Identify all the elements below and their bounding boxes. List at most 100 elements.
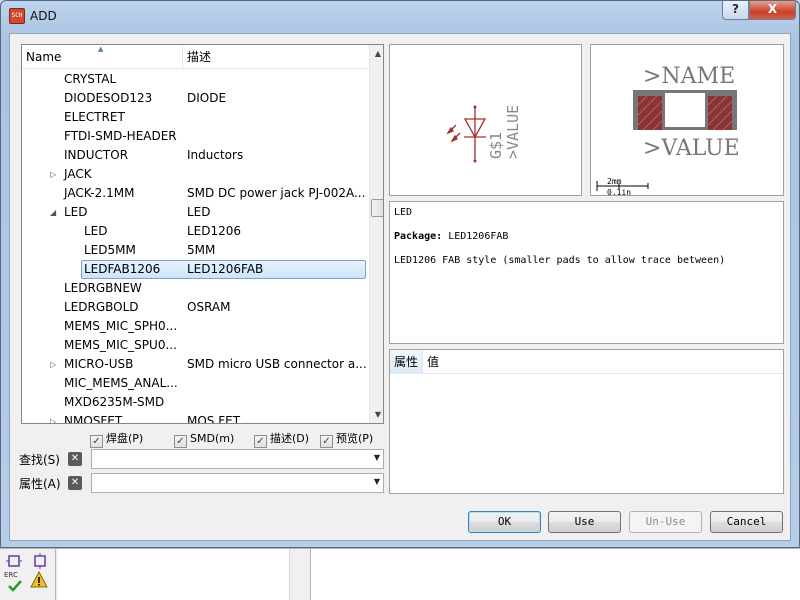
unuse-button[interactable]: Un-Use: [629, 511, 702, 533]
tree-row[interactable]: DIODESOD123 DIODE: [22, 89, 369, 108]
row-name: CRYSTAL: [64, 72, 117, 86]
row-description: MOS FET: [187, 414, 241, 424]
tree-row[interactable]: LEDFAB1206 LED1206FAB: [22, 260, 369, 279]
row-description: LED1206FAB: [187, 262, 264, 276]
tree-row[interactable]: ELECTRET: [22, 108, 369, 127]
tree-row[interactable]: MIC_MEMS_ANAL...: [22, 374, 369, 393]
tree-row[interactable]: CRYSTAL: [22, 70, 369, 89]
column-name-label: Name: [26, 50, 62, 64]
column-header-attribute[interactable]: 属性: [390, 350, 423, 374]
led-symbol-drawing: G$1 >VALUE: [446, 105, 522, 163]
checkbox-checked-icon: ✓: [320, 435, 333, 448]
part-tool-icon[interactable]: [32, 553, 48, 569]
pin-tool-icon[interactable]: [6, 553, 22, 569]
pads-checkbox-label: 焊盘(P): [106, 432, 144, 445]
attribute-label: 属性(A): [19, 477, 61, 491]
scroll-up-arrow-icon[interactable]: ▲: [370, 45, 383, 62]
tree-scrollbar[interactable]: ▲ ▼: [369, 45, 383, 423]
search-combo[interactable]: ▼: [91, 449, 384, 469]
collapse-arrow-icon[interactable]: ◢: [50, 203, 56, 222]
checkbox-checked-icon: ✓: [174, 435, 187, 448]
pads-checkbox[interactable]: ✓ 焊盘(P): [90, 431, 144, 448]
tree-row[interactable]: MEMS_MIC_SPH0...: [22, 317, 369, 336]
tree-row[interactable]: ▷ NMOSFET MOS FET: [22, 412, 369, 424]
description-checkbox[interactable]: ✓ 描述(D): [254, 431, 310, 448]
row-description: LED1206: [187, 224, 242, 238]
row-name: INDUCTOR: [64, 148, 129, 162]
tree-row[interactable]: JACK-2.1MM SMD DC power jack PJ-002A...: [22, 184, 369, 203]
sort-ascending-icon: ▲: [98, 45, 104, 53]
dropdown-arrow-icon[interactable]: ▼: [374, 477, 380, 486]
tree-row[interactable]: MXD6235M-SMD: [22, 393, 369, 412]
column-header-desc[interactable]: 描述: [183, 45, 369, 69]
row-name: ELECTRET: [64, 110, 125, 124]
expand-arrow-icon[interactable]: ▷: [50, 355, 56, 374]
description-panel: LED Package: LED1206FAB LED1206 FAB styl…: [389, 201, 784, 344]
cancel-button[interactable]: Cancel: [710, 511, 783, 533]
led1206fab-package-drawing: >NAME >VALUE 2mm 0.1in: [596, 64, 740, 197]
row-description: 5MM: [187, 243, 216, 257]
package-value-label: >VALUE: [643, 136, 740, 161]
package-key: Package:: [394, 231, 443, 242]
description-title: LED: [394, 207, 413, 218]
expand-arrow-icon[interactable]: ▷: [50, 165, 56, 184]
tree-row[interactable]: LED LED1206: [22, 222, 369, 241]
erc-label: ERC: [4, 571, 18, 579]
checkmark-icon: [8, 580, 22, 592]
row-description: SMD micro USB connector a...: [187, 357, 367, 371]
description-package-line: Package: LED1206FAB: [394, 231, 779, 242]
preview-checkbox[interactable]: ✓ 预览(P): [320, 431, 373, 448]
tree-row[interactable]: FTDI-SMD-HEADER: [22, 127, 369, 146]
row-name: LED: [84, 224, 108, 238]
clear-search-icon[interactable]: ✕: [68, 452, 82, 466]
scroll-thumb[interactable]: [371, 199, 383, 217]
expand-arrow-icon[interactable]: ▷: [50, 412, 56, 423]
row-name: JACK-2.1MM: [64, 186, 135, 200]
tree-row[interactable]: LEDRGBNEW: [22, 279, 369, 298]
column-header-name[interactable]: ▲ Name: [22, 45, 183, 69]
description-checkbox-label: 描述(D): [270, 432, 310, 445]
checkbox-checked-icon: ✓: [254, 435, 267, 448]
background-app-window: ERC: [0, 548, 800, 600]
dropdown-arrow-icon[interactable]: ▼: [374, 453, 380, 462]
tree-row[interactable]: ◢ LED LED: [22, 203, 369, 222]
filter-checkboxes: ✓ 焊盘(P) ✓ SMD(m) ✓ 描述(D) ✓ 预览(P): [90, 431, 390, 449]
ok-button[interactable]: OK: [468, 511, 541, 533]
package-name-label: >NAME: [643, 64, 735, 89]
attribute-combo[interactable]: ▼: [91, 473, 384, 493]
clear-attribute-icon[interactable]: ✕: [68, 476, 82, 490]
tree-row[interactable]: INDUCTOR Inductors: [22, 146, 369, 165]
tree-row[interactable]: LED5MM 5MM: [22, 241, 369, 260]
library-tree[interactable]: ▲ Name 描述 CRYSTAL DIODESOD123 DIODE ELECTRE…: [21, 44, 384, 424]
row-name: LED: [64, 205, 88, 219]
scroll-down-arrow-icon[interactable]: ▼: [370, 406, 383, 423]
tree-row[interactable]: ▷ JACK: [22, 165, 369, 184]
symbol-name-label: G$1: [487, 132, 505, 159]
tree-row[interactable]: LEDRGBOLD OSRAM: [22, 298, 369, 317]
tree-header: ▲ Name 描述: [22, 45, 369, 69]
attribute-row: 属性(A) ✕ ▼: [19, 473, 389, 495]
title-bar[interactable]: SCH ADD ? X: [1, 1, 799, 33]
warning-icon[interactable]: [30, 571, 48, 589]
row-name: JACK: [64, 167, 92, 181]
help-button[interactable]: ?: [722, 1, 749, 20]
scale-inch-label: 0.1in: [607, 188, 631, 197]
background-toolbar: ERC: [0, 549, 56, 600]
properties-table[interactable]: 属性 值: [389, 349, 784, 494]
use-button[interactable]: Use: [548, 511, 621, 533]
erc-button[interactable]: ERC: [4, 571, 26, 595]
background-splitter[interactable]: [292, 549, 308, 600]
package-value: LED1206FAB: [448, 231, 509, 242]
close-button[interactable]: X: [749, 1, 796, 20]
row-name: MICRO-USB: [64, 357, 134, 371]
row-name: MIC_MEMS_ANAL...: [64, 376, 178, 390]
smd-checkbox[interactable]: ✓ SMD(m): [174, 431, 234, 448]
row-name: MEMS_MIC_SPU0...: [64, 338, 177, 352]
tree-row[interactable]: MEMS_MIC_SPU0...: [22, 336, 369, 355]
tree-row[interactable]: ▷ MICRO-USB SMD micro USB connector a...: [22, 355, 369, 374]
row-description: SMD DC power jack PJ-002A...: [187, 186, 366, 200]
row-description: Inductors: [187, 148, 244, 162]
column-header-value[interactable]: 值: [423, 350, 483, 374]
schematic-app-icon: SCH: [9, 8, 25, 24]
row-description: LED: [187, 205, 211, 219]
